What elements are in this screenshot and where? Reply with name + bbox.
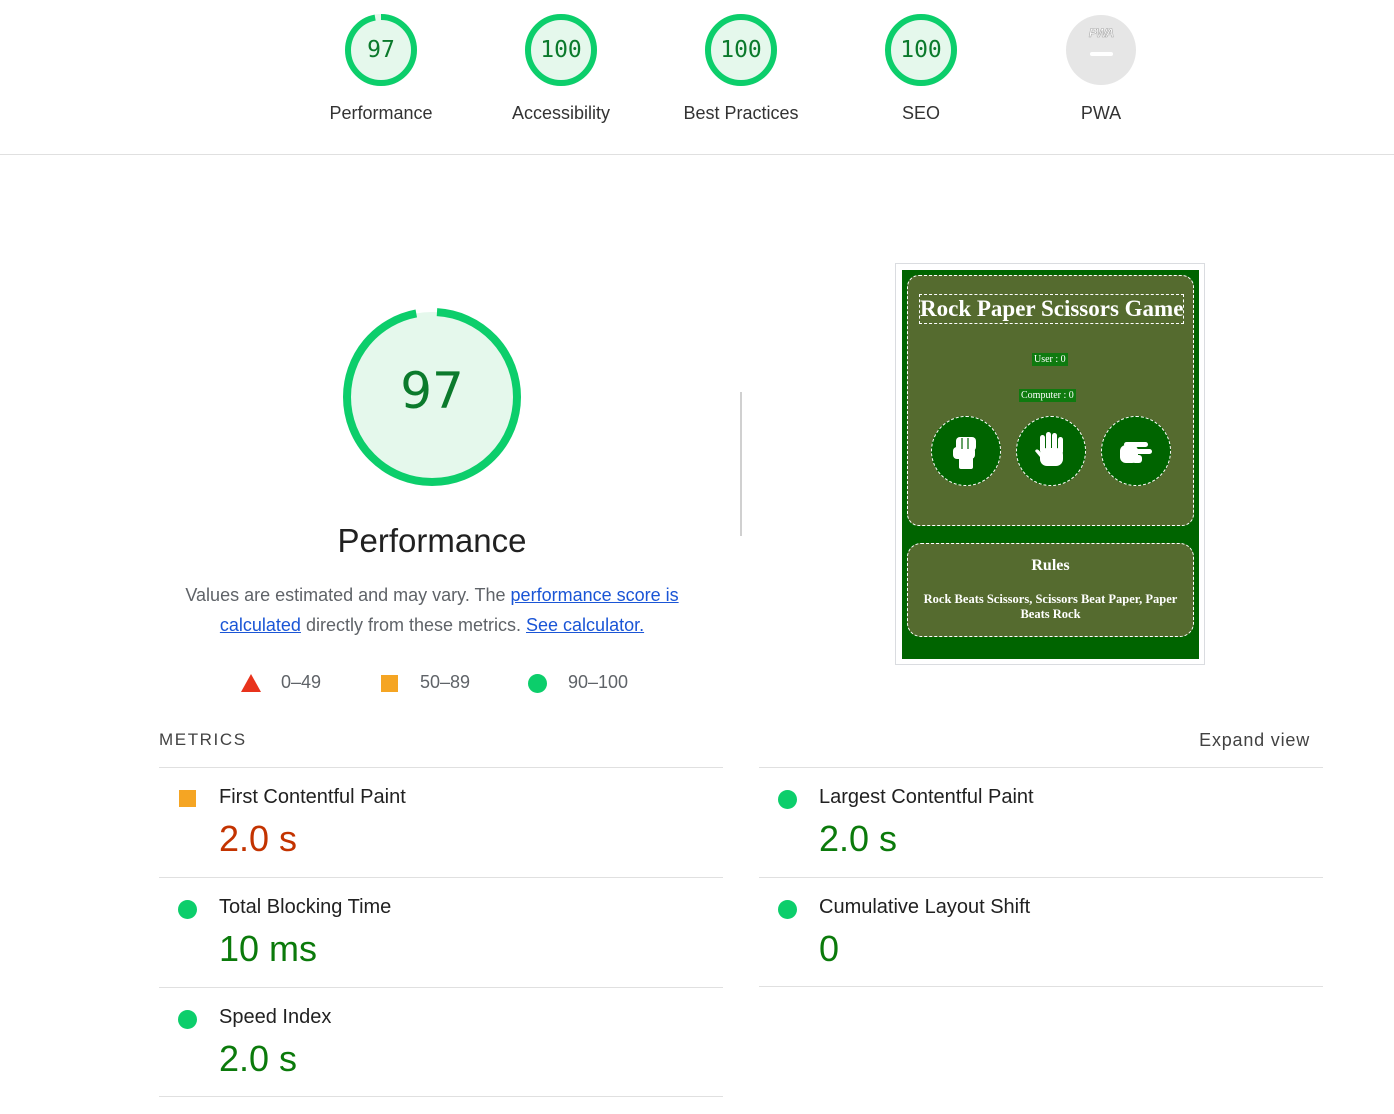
gauge-label: PWA (1080, 103, 1122, 123)
gauge-label: SEO (901, 103, 940, 123)
green-circle-icon (778, 900, 797, 919)
metric-label: Cumulative Layout Shift (819, 896, 1031, 918)
gauge-score: 97 (367, 37, 395, 63)
vertical-divider (740, 392, 742, 536)
legend-range: 50–89 (420, 672, 471, 692)
red-triangle-icon (241, 674, 261, 692)
metric-first-contentful-paint[interactable]: First Contentful Paint 2.0 s (159, 768, 723, 878)
orange-square-icon (179, 790, 196, 807)
game-panel: Rock Paper Scissors Game User : 0 Comput… (907, 275, 1194, 526)
paper-hand-icon (1035, 432, 1063, 466)
green-circle-icon (528, 674, 547, 693)
metric-largest-contentful-paint[interactable]: Largest Contentful Paint 2.0 s (759, 768, 1323, 878)
pwa-badge-text: PWA (1088, 26, 1115, 41)
desc-text: directly from these metrics. (300, 615, 527, 635)
metrics-header: METRICS (159, 730, 247, 749)
green-circle-icon (778, 790, 797, 809)
gauge-score: 100 (540, 37, 582, 63)
metric-label: Largest Contentful Paint (819, 786, 1034, 808)
rock-fist-icon (953, 437, 976, 469)
metric-value: 2.0 s (219, 1038, 298, 1079)
game-title: Rock Paper Scissors Game (919, 294, 1184, 324)
legend-range: 0–49 (281, 672, 322, 692)
metric-speed-index[interactable]: Speed Index 2.0 s (159, 988, 723, 1098)
category-gauges-bar: 97 Performance 100 Accessibility 100 Bes… (0, 0, 1394, 155)
metric-label: First Contentful Paint (219, 786, 406, 808)
gauge-label: Performance (329, 103, 433, 123)
gauge-performance[interactable]: 97 Performance (306, 12, 456, 124)
divider (159, 1096, 723, 1097)
computer-score: Computer : 0 (1019, 389, 1076, 402)
scissors-button[interactable] (1101, 416, 1171, 486)
desc-text: Values are estimated and may vary. The (185, 585, 511, 605)
metric-label: Speed Index (219, 1006, 332, 1028)
gauge-label: Accessibility (511, 103, 611, 123)
pwa-dash-icon (1090, 52, 1113, 56)
metric-value: 2.0 s (819, 818, 898, 859)
expand-view-button[interactable]: Expand view (1199, 730, 1310, 751)
gauge-score: 100 (720, 37, 762, 63)
gauge-seo[interactable]: 100 SEO (846, 12, 996, 124)
performance-title: Performance (337, 522, 527, 559)
rules-title: Rules (1031, 557, 1070, 574)
green-circle-icon (178, 900, 197, 919)
scissors-hand-icon (1120, 442, 1152, 463)
rock-button[interactable] (931, 416, 1001, 486)
green-circle-icon (178, 1010, 197, 1029)
pwa-icon: PWA (1066, 15, 1136, 85)
see-calculator-link[interactable]: See calculator. (526, 615, 644, 635)
metric-value: 0 (819, 928, 840, 969)
gauge-pwa[interactable]: PWA PWA (1026, 12, 1176, 124)
performance-description: Values are estimated and may vary. The p… (172, 580, 692, 640)
user-score: User : 0 (1032, 353, 1068, 366)
metric-total-blocking-time[interactable]: Total Blocking Time 10 ms (159, 878, 723, 988)
performance-score: 97 (400, 362, 464, 420)
legend-range: 90–100 (568, 672, 629, 692)
gauge-score: 100 (900, 37, 942, 63)
divider (759, 986, 1323, 987)
metric-label: Total Blocking Time (219, 896, 392, 918)
gauge-best-practices[interactable]: 100 Best Practices (666, 12, 816, 124)
final-screenshot: Rock Paper Scissors Game User : 0 Comput… (902, 270, 1199, 659)
paper-button[interactable] (1016, 416, 1086, 486)
rules-text: Rock Beats Scissors, Scissors Beat Paper… (923, 592, 1178, 621)
gauge-accessibility[interactable]: 100 Accessibility (486, 12, 636, 124)
metric-cumulative-layout-shift[interactable]: Cumulative Layout Shift 0 (759, 878, 1323, 988)
metric-value: 2.0 s (219, 818, 298, 859)
orange-square-icon (381, 675, 398, 692)
gauge-label: Best Practices (683, 103, 799, 123)
rules-panel: Rules Rock Beats Scissors, Scissors Beat… (907, 543, 1194, 637)
metric-value: 10 ms (219, 928, 318, 969)
